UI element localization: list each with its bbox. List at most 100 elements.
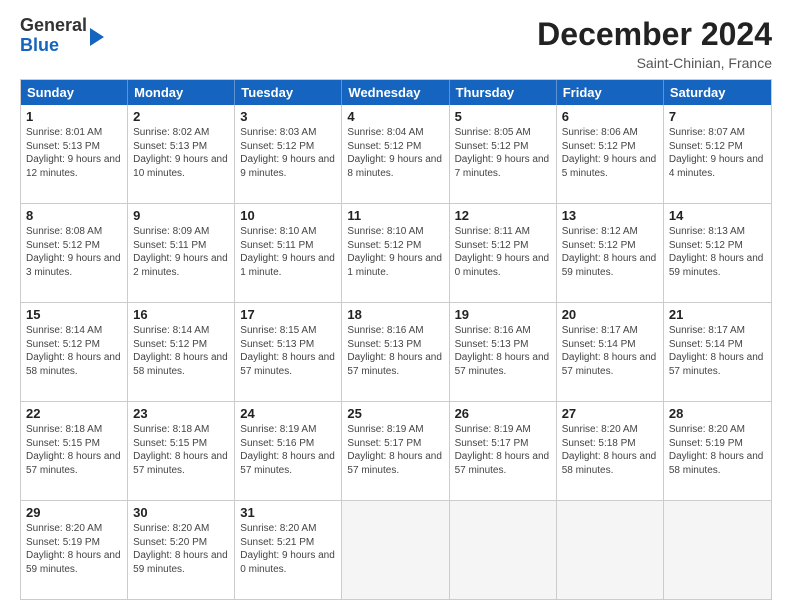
- cal-cell-1-6: 14Sunrise: 8:13 AMSunset: 5:12 PMDayligh…: [664, 204, 771, 302]
- daylight-text: Daylight: 8 hours and 57 minutes.: [347, 351, 443, 378]
- cal-cell-2-1: 16 Sunrise: 8:14 AMSunset: 5:12 PMDayligh…: [128, 303, 235, 401]
- daylight-text: Daylight: 8 hours and 57 minutes.: [26, 450, 122, 477]
- sunrise-text: Sunrise: 8:10 AM: [240, 225, 336, 239]
- sunrise-text: Sunrise: 8:20 AM: [562, 423, 658, 437]
- cal-cell-3-6: 28Sunrise: 8:20 AMSunset: 5:19 PMDayligh…: [664, 402, 771, 500]
- daylight-text: Daylight: 8 hours and 57 minutes.: [240, 450, 336, 477]
- daylight-text: Daylight: 8 hours and 58 minutes.: [669, 450, 766, 477]
- cal-cell-4-2: 31Sunrise: 8:20 AMSunset: 5:21 PMDayligh…: [235, 501, 342, 599]
- month-title: December 2024: [537, 16, 772, 53]
- day-number: 7: [669, 109, 766, 124]
- calendar-header: Sunday Monday Tuesday Wednesday Thursday…: [21, 80, 771, 105]
- day-number: 19: [455, 307, 551, 322]
- day-number: 20: [562, 307, 658, 322]
- daylight-text: Daylight: 8 hours and 57 minutes.: [669, 351, 766, 378]
- sunrise-text: Sunrise: 8:17 AM: [669, 324, 766, 338]
- sunrise-text: Sunrise: 8:05 AM: [455, 126, 551, 140]
- cal-cell-3-3: 25Sunrise: 8:19 AMSunset: 5:17 PMDayligh…: [342, 402, 449, 500]
- sunrise-text: Sunrise: 8:13 AM: [669, 225, 766, 239]
- sunrise-text: Sunrise: 8:19 AM: [240, 423, 336, 437]
- daylight-text: Daylight: 8 hours and 59 minutes.: [133, 549, 229, 576]
- daylight-text: Daylight: 8 hours and 58 minutes.: [562, 450, 658, 477]
- sunrise-text: Sunrise: 8:04 AM: [347, 126, 443, 140]
- sunrise-text: Sunrise: 8:18 AM: [133, 423, 229, 437]
- cal-cell-2-0: 15Sunrise: 8:14 AMSunset: 5:12 PMDayligh…: [21, 303, 128, 401]
- daylight-text: Daylight: 9 hours and 1 minute.: [240, 252, 336, 279]
- day-number: 22: [26, 406, 122, 421]
- weekday-thursday: Thursday: [450, 80, 557, 105]
- sunset-text: Sunset: 5:12 PM: [562, 140, 658, 154]
- day-number: 16: [133, 307, 229, 322]
- sunset-text: Sunset: 5:18 PM: [562, 437, 658, 451]
- sunrise-text: Sunrise: 8:14 AM: [133, 324, 229, 338]
- sunrise-text: Sunrise: 8:14 AM: [26, 324, 122, 338]
- weekday-saturday: Saturday: [664, 80, 771, 105]
- sunrise-text: Sunrise: 8:03 AM: [240, 126, 336, 140]
- sunset-text: Sunset: 5:21 PM: [240, 536, 336, 550]
- sunrise-text: Sunrise: 8:19 AM: [455, 423, 551, 437]
- cal-cell-1-2: 10Sunrise: 8:10 AMSunset: 5:11 PMDayligh…: [235, 204, 342, 302]
- daylight-text: Daylight: 9 hours and 7 minutes.: [455, 153, 551, 180]
- logo-text: General Blue: [20, 16, 87, 56]
- weekday-tuesday: Tuesday: [235, 80, 342, 105]
- calendar-row-2: 15Sunrise: 8:14 AMSunset: 5:12 PMDayligh…: [21, 302, 771, 401]
- cal-cell-1-5: 13Sunrise: 8:12 AMSunset: 5:12 PMDayligh…: [557, 204, 664, 302]
- day-number: 10: [240, 208, 336, 223]
- calendar-row-0: 1Sunrise: 8:01 AMSunset: 5:13 PMDaylight…: [21, 105, 771, 203]
- cal-cell-1-3: 11Sunrise: 8:10 AMSunset: 5:12 PMDayligh…: [342, 204, 449, 302]
- daylight-text: Daylight: 8 hours and 57 minutes.: [562, 351, 658, 378]
- weekday-sunday: Sunday: [21, 80, 128, 105]
- sunset-text: Sunset: 5:12 PM: [347, 140, 443, 154]
- cal-cell-0-6: 7Sunrise: 8:07 AMSunset: 5:12 PMDaylight…: [664, 105, 771, 203]
- day-number: 31: [240, 505, 336, 520]
- sunset-text: Sunset: 5:12 PM: [669, 140, 766, 154]
- cal-cell-4-3: [342, 501, 449, 599]
- cal-cell-4-0: 29Sunrise: 8:20 AMSunset: 5:19 PMDayligh…: [21, 501, 128, 599]
- day-number: 3: [240, 109, 336, 124]
- day-number: 17: [240, 307, 336, 322]
- logo-general: General: [20, 15, 87, 35]
- cal-cell-0-3: 4Sunrise: 8:04 AMSunset: 5:12 PMDaylight…: [342, 105, 449, 203]
- cal-cell-3-2: 24Sunrise: 8:19 AMSunset: 5:16 PMDayligh…: [235, 402, 342, 500]
- sunrise-text: Sunrise: 8:20 AM: [240, 522, 336, 536]
- sunset-text: Sunset: 5:12 PM: [240, 140, 336, 154]
- day-number: 11: [347, 208, 443, 223]
- day-number: 15: [26, 307, 122, 322]
- cal-cell-2-4: 19Sunrise: 8:16 AMSunset: 5:13 PMDayligh…: [450, 303, 557, 401]
- sunrise-text: Sunrise: 8:19 AM: [347, 423, 443, 437]
- cal-cell-0-1: 2Sunrise: 8:02 AMSunset: 5:13 PMDaylight…: [128, 105, 235, 203]
- calendar-row-1: 8Sunrise: 8:08 AMSunset: 5:12 PMDaylight…: [21, 203, 771, 302]
- sunset-text: Sunset: 5:12 PM: [133, 338, 229, 352]
- cal-cell-4-5: [557, 501, 664, 599]
- sunset-text: Sunset: 5:12 PM: [455, 140, 551, 154]
- daylight-text: Daylight: 8 hours and 59 minutes.: [562, 252, 658, 279]
- sunset-text: Sunset: 5:15 PM: [133, 437, 229, 451]
- daylight-text: Daylight: 8 hours and 57 minutes.: [455, 450, 551, 477]
- day-number: 5: [455, 109, 551, 124]
- sunrise-text: Sunrise: 8:06 AM: [562, 126, 658, 140]
- calendar-row-4: 29Sunrise: 8:20 AMSunset: 5:19 PMDayligh…: [21, 500, 771, 599]
- sunrise-text: Sunrise: 8:20 AM: [133, 522, 229, 536]
- daylight-text: Daylight: 8 hours and 57 minutes.: [455, 351, 551, 378]
- sunset-text: Sunset: 5:14 PM: [669, 338, 766, 352]
- day-number: 28: [669, 406, 766, 421]
- location: Saint-Chinian, France: [537, 55, 772, 71]
- sunset-text: Sunset: 5:20 PM: [133, 536, 229, 550]
- sunset-text: Sunset: 5:12 PM: [26, 338, 122, 352]
- day-number: 6: [562, 109, 658, 124]
- sunrise-text: Sunrise: 8:18 AM: [26, 423, 122, 437]
- cal-cell-4-1: 30Sunrise: 8:20 AMSunset: 5:20 PMDayligh…: [128, 501, 235, 599]
- day-number: 18: [347, 307, 443, 322]
- daylight-text: Daylight: 8 hours and 58 minutes.: [133, 351, 229, 378]
- sunset-text: Sunset: 5:13 PM: [240, 338, 336, 352]
- sunset-text: Sunset: 5:13 PM: [455, 338, 551, 352]
- day-number: 23: [133, 406, 229, 421]
- day-number: 8: [26, 208, 122, 223]
- cal-cell-3-4: 26Sunrise: 8:19 AMSunset: 5:17 PMDayligh…: [450, 402, 557, 500]
- cal-cell-0-5: 6Sunrise: 8:06 AMSunset: 5:12 PMDaylight…: [557, 105, 664, 203]
- sunset-text: Sunset: 5:11 PM: [133, 239, 229, 253]
- day-number: 24: [240, 406, 336, 421]
- cal-cell-0-0: 1Sunrise: 8:01 AMSunset: 5:13 PMDaylight…: [21, 105, 128, 203]
- sunset-text: Sunset: 5:13 PM: [133, 140, 229, 154]
- sunrise-text: Sunrise: 8:11 AM: [455, 225, 551, 239]
